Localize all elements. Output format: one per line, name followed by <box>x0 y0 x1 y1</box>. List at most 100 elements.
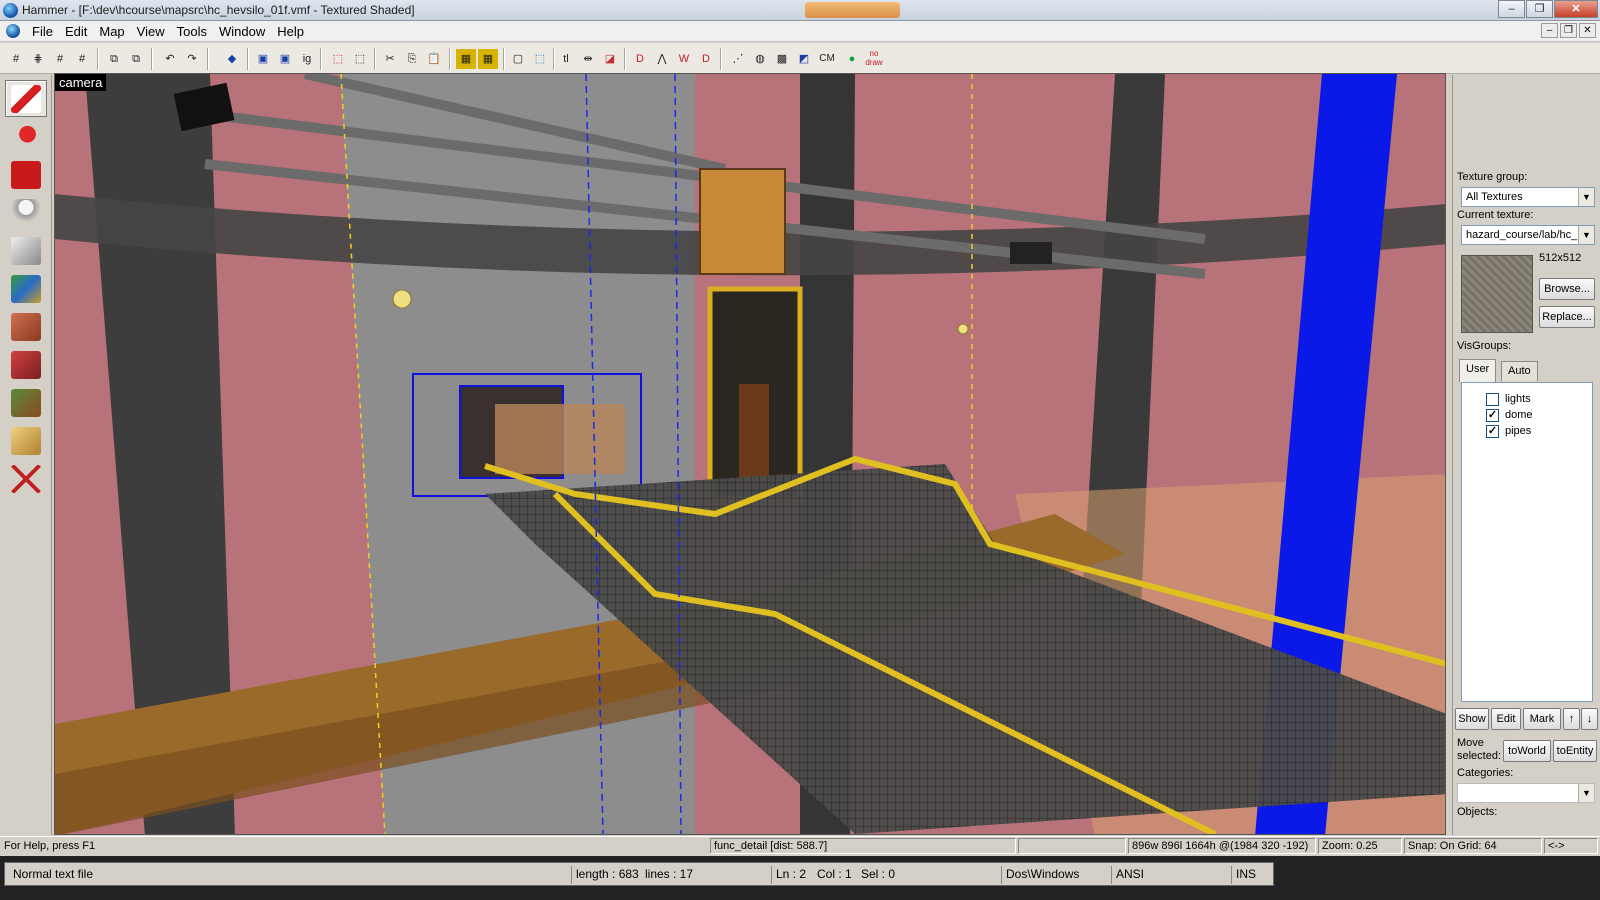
display-models-icon[interactable]: ▦ <box>478 49 498 69</box>
auto-visgroup-icon[interactable]: ◩ <box>794 49 814 69</box>
selection-tool-icon[interactable] <box>5 80 47 117</box>
decal-tool-icon[interactable] <box>5 346 47 383</box>
mdi-restore-button[interactable]: ❐ <box>1560 23 1577 38</box>
world-icon[interactable]: ◍ <box>750 49 770 69</box>
menu-help[interactable]: Help <box>277 24 304 39</box>
visgroup-down-button[interactable]: ↓ <box>1581 708 1598 730</box>
auto-select-icon[interactable]: ⇹ <box>578 49 598 69</box>
wire-model-icon[interactable]: ▩ <box>772 49 792 69</box>
crate-stack <box>495 404 625 474</box>
hide-unselected-icon[interactable]: ▣ <box>275 49 295 69</box>
minimize-button[interactable]: – <box>1498 0 1525 18</box>
grid-toggle-icon[interactable]: # <box>6 49 26 69</box>
elevator-top <box>699 168 786 275</box>
undo-icon[interactable]: ↶ <box>160 49 180 69</box>
menu-tools[interactable]: Tools <box>177 24 207 39</box>
menu-edit[interactable]: Edit <box>65 24 87 39</box>
light-entity-1 <box>392 289 412 309</box>
toggle-detail-icon[interactable]: W <box>674 49 694 69</box>
entity-tool-icon[interactable] <box>5 194 47 231</box>
visgroup-item-pipes[interactable]: ✓ pipes <box>1486 423 1531 439</box>
texture-group-select[interactable]: All Textures ▼ <box>1461 187 1595 207</box>
redo-icon[interactable]: ↷ <box>182 49 202 69</box>
browse-button[interactable]: Browse... <box>1539 278 1595 300</box>
clipping-tool-icon[interactable] <box>5 422 47 459</box>
status-zoom: Zoom: 0.25 <box>1318 838 1402 854</box>
current-texture-select[interactable]: hazard_course/lab/hc_ ▼ <box>1461 225 1595 245</box>
toggle-drawing-icon[interactable]: D <box>696 49 716 69</box>
cut-icon[interactable]: ✂ <box>380 49 400 69</box>
categories-select[interactable]: ▼ <box>1457 783 1595 803</box>
camera-viewport[interactable]: camera <box>54 73 1446 835</box>
texture-panel: Texture group: All Textures ▼ Current tex… <box>1452 75 1600 835</box>
editor-mode: INS <box>1231 866 1256 884</box>
visgroup-checkbox[interactable]: ✓ <box>1486 408 1499 422</box>
visgroup-mark-button[interactable]: Mark <box>1523 708 1561 730</box>
nodraw-button[interactable]: no draw <box>864 49 884 69</box>
editor-length: length : 683 <box>571 866 639 884</box>
magnify-tool-icon[interactable] <box>5 118 47 155</box>
camera-tool-icon[interactable] <box>5 156 47 193</box>
carve-icon[interactable]: ◆ <box>222 49 242 69</box>
to-world-button[interactable]: toWorld <box>1503 740 1551 762</box>
menu-file[interactable]: File <box>32 24 53 39</box>
texture-lock-icon[interactable]: ⬚ <box>328 49 348 69</box>
visgroup-edit-button[interactable]: Edit <box>1491 708 1521 730</box>
menu-map[interactable]: Map <box>99 24 124 39</box>
cordon-icon[interactable]: ⋰ <box>728 49 748 69</box>
visgroup-up-button[interactable]: ↑ <box>1563 708 1580 730</box>
close-button[interactable]: ✕ <box>1554 0 1598 18</box>
texture-application-icon[interactable] <box>5 270 47 307</box>
ignore-groups-icon[interactable]: ig <box>297 49 317 69</box>
document-icon[interactable] <box>6 24 20 38</box>
current-texture-label: Current texture: <box>1457 209 1534 221</box>
tool-palette <box>0 75 52 835</box>
vertex-tool-icon[interactable] <box>5 460 47 497</box>
texture-preview[interactable] <box>1461 255 1533 333</box>
to-entity-button[interactable]: toEntity <box>1553 740 1597 762</box>
visgroup-checkbox[interactable] <box>1486 392 1499 406</box>
visgroup-item-dome[interactable]: ✓ dome <box>1486 407 1533 423</box>
grid-larger-icon[interactable]: # <box>72 49 92 69</box>
editor-sel: Sel : 0 <box>861 867 896 881</box>
visgroup-show-button[interactable]: Show <box>1455 708 1489 730</box>
radius-culling-icon[interactable]: ◪ <box>600 49 620 69</box>
hide-selected-icon[interactable]: ▣ <box>253 49 273 69</box>
camera-entity-2 <box>1010 242 1052 264</box>
status-selection: func_detail [dist: 588.7] <box>710 838 1016 854</box>
paste-icon[interactable]: 📋 <box>424 49 444 69</box>
overlay-tool-icon[interactable] <box>5 384 47 421</box>
visgroup-checkbox[interactable]: ✓ <box>1486 424 1499 438</box>
toggle-wireframe-icon[interactable]: ⋀ <box>652 49 672 69</box>
grid-dots-icon[interactable]: ⋕ <box>28 49 48 69</box>
toggle-3d-grid-icon[interactable]: D <box>630 49 650 69</box>
apply-current-texture-icon[interactable] <box>5 308 47 345</box>
block-tool-icon[interactable] <box>5 232 47 269</box>
mdi-minimize-button[interactable]: – <box>1541 23 1558 38</box>
menu-view[interactable]: View <box>137 24 165 39</box>
tab-user[interactable]: User <box>1459 359 1497 382</box>
background-taskbar-tab <box>805 2 900 18</box>
window-title: Hammer - [F:\dev\hcourse\mapsrc\hc_hevsi… <box>22 3 415 17</box>
background-editor-statusbar: Normal text file length : 683 lines : 17… <box>0 856 1600 900</box>
replace-button[interactable]: Replace... <box>1539 306 1595 328</box>
visgroup-item-lights[interactable]: lights <box>1486 391 1531 407</box>
menu-window[interactable]: Window <box>219 24 265 39</box>
texture-scale-lock-icon[interactable]: ⬚ <box>350 49 370 69</box>
ungroup-icon[interactable]: ⧉ <box>126 49 146 69</box>
copy-icon[interactable]: ⎘ <box>402 49 422 69</box>
select-by-handles-icon[interactable]: ⬚ <box>530 49 550 69</box>
tab-auto[interactable]: Auto <box>1501 361 1538 381</box>
mdi-close-button[interactable]: ✕ <box>1579 23 1596 38</box>
selection-box-icon[interactable]: ▢ <box>508 49 528 69</box>
editor-ln: Ln : 2 <box>771 866 806 884</box>
maximize-button[interactable]: ❐ <box>1526 0 1553 18</box>
grid-smaller-icon[interactable]: # <box>50 49 70 69</box>
viewport-scene <box>55 74 1445 834</box>
group-icon[interactable]: ⧉ <box>104 49 124 69</box>
cubemap-button[interactable]: CM <box>814 49 840 69</box>
display-helpers-icon[interactable]: ▦ <box>456 49 476 69</box>
menu-bar: File Edit Map View Tools Window Help – ❐… <box>0 21 1600 42</box>
texture-lock-tl-icon[interactable]: tl <box>556 49 576 69</box>
compile-icon[interactable]: ● <box>842 49 862 69</box>
